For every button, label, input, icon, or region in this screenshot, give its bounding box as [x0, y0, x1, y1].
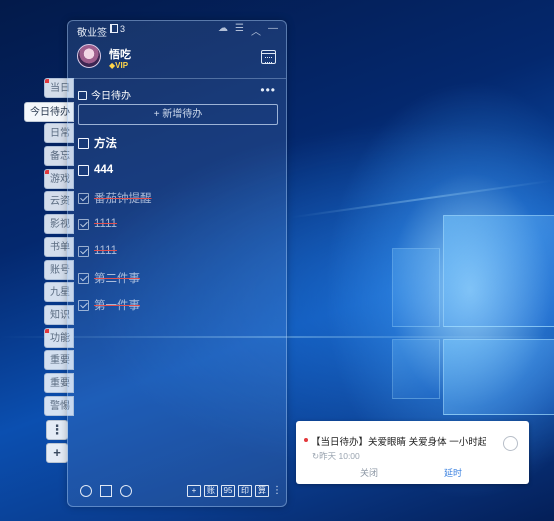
- add-tool-button[interactable]: +: [187, 485, 201, 497]
- side-more-button[interactable]: ⋮: [46, 420, 68, 440]
- checkbox-checked[interactable]: [78, 272, 89, 284]
- title-bar[interactable]: 敬业签 3 ☁ ☰ ︿ —: [68, 21, 286, 40]
- todo-text: 1111: [94, 245, 118, 257]
- checkbox[interactable]: [78, 137, 89, 149]
- unread-dot: [304, 438, 308, 442]
- checkbox-checked[interactable]: [78, 245, 89, 257]
- search-icon[interactable]: [120, 485, 132, 497]
- todo-text: 第二件事: [94, 273, 140, 285]
- todo-item-completed[interactable]: 1111: [78, 217, 117, 231]
- more-options-icon[interactable]: •••: [260, 83, 276, 97]
- calculator-button[interactable]: 算: [255, 485, 269, 497]
- todo-item-completed[interactable]: 第二件事: [78, 271, 140, 285]
- check-square-icon[interactable]: [100, 485, 112, 497]
- app-name: 敬业签: [77, 28, 107, 39]
- print-button[interactable]: 印: [238, 485, 252, 497]
- profile-bar: 悟吃 ◆VIP: [68, 41, 286, 79]
- more-vertical-icon[interactable]: ⋮: [272, 486, 282, 496]
- window-controls: ☁ ☰ ︿ —: [218, 23, 278, 38]
- clock-icon[interactable]: [80, 485, 92, 497]
- checkbox-checked[interactable]: [78, 218, 89, 230]
- avatar[interactable]: [77, 44, 101, 68]
- flag-icon: [110, 24, 118, 33]
- todo-item-completed[interactable]: 1111: [78, 244, 117, 258]
- todo-panel: 敬业签 3 ☁ ☰ ︿ — 悟吃 ◆VIP 今日待办 ••• + 新增待办 方法…: [67, 20, 287, 507]
- notification-time-text: 昨天 10:00: [319, 451, 360, 461]
- todo-item[interactable]: 444: [78, 163, 113, 177]
- notification-text: 【当日待办】关爱眼睛 关爱身体 一小时起身: [311, 437, 486, 448]
- section-title: 今日待办: [78, 87, 131, 102]
- vip-badge: ◆VIP: [109, 61, 128, 70]
- todo-text: 方法: [94, 138, 117, 150]
- todo-item-completed[interactable]: 番茄钟提醒: [78, 191, 152, 205]
- todo-text: 1111: [94, 218, 118, 230]
- reminder-count: 3: [120, 24, 126, 34]
- add-todo-button[interactable]: + 新增待办: [78, 104, 278, 125]
- checklist-icon: [78, 91, 87, 100]
- todo-text: 番茄钟提醒: [94, 193, 152, 205]
- bottom-left-tools: [80, 485, 132, 497]
- reminder-badge[interactable]: 3: [110, 24, 125, 34]
- collapse-icon[interactable]: ︿: [251, 23, 261, 38]
- number-tool-button[interactable]: 95: [221, 485, 235, 497]
- checkbox-checked[interactable]: [78, 192, 89, 204]
- bottom-right-tools: + 账 95 印 算 ⋮: [187, 485, 282, 497]
- todo-item[interactable]: 方法: [78, 136, 117, 150]
- checkbox[interactable]: [78, 164, 89, 176]
- todo-text: 444: [94, 164, 114, 176]
- checkbox-checked[interactable]: [78, 299, 89, 311]
- ledger-button[interactable]: 账: [204, 485, 218, 497]
- close-button[interactable]: 关闭: [360, 466, 378, 479]
- username: 悟吃: [109, 49, 131, 61]
- side-add-button[interactable]: +: [46, 443, 68, 463]
- calendar-icon[interactable]: [261, 50, 276, 64]
- todo-item-completed[interactable]: 第一件事: [78, 298, 140, 312]
- minimize-icon[interactable]: —: [268, 23, 278, 38]
- todo-text: 第一件事: [94, 300, 140, 312]
- menu-icon[interactable]: ☰: [235, 23, 244, 38]
- vip-label: VIP: [115, 61, 129, 70]
- delay-button[interactable]: 延时: [444, 466, 462, 479]
- notification-time: ↻昨天 10:00: [312, 450, 360, 462]
- section-title-text: 今日待办: [91, 91, 131, 102]
- cloud-icon[interactable]: ☁: [218, 23, 228, 38]
- complete-circle-icon[interactable]: [503, 436, 518, 451]
- reminder-notification: 【当日待办】关爱眼睛 关爱身体 一小时起身 ↻昨天 10:00 关闭 延时: [296, 421, 529, 484]
